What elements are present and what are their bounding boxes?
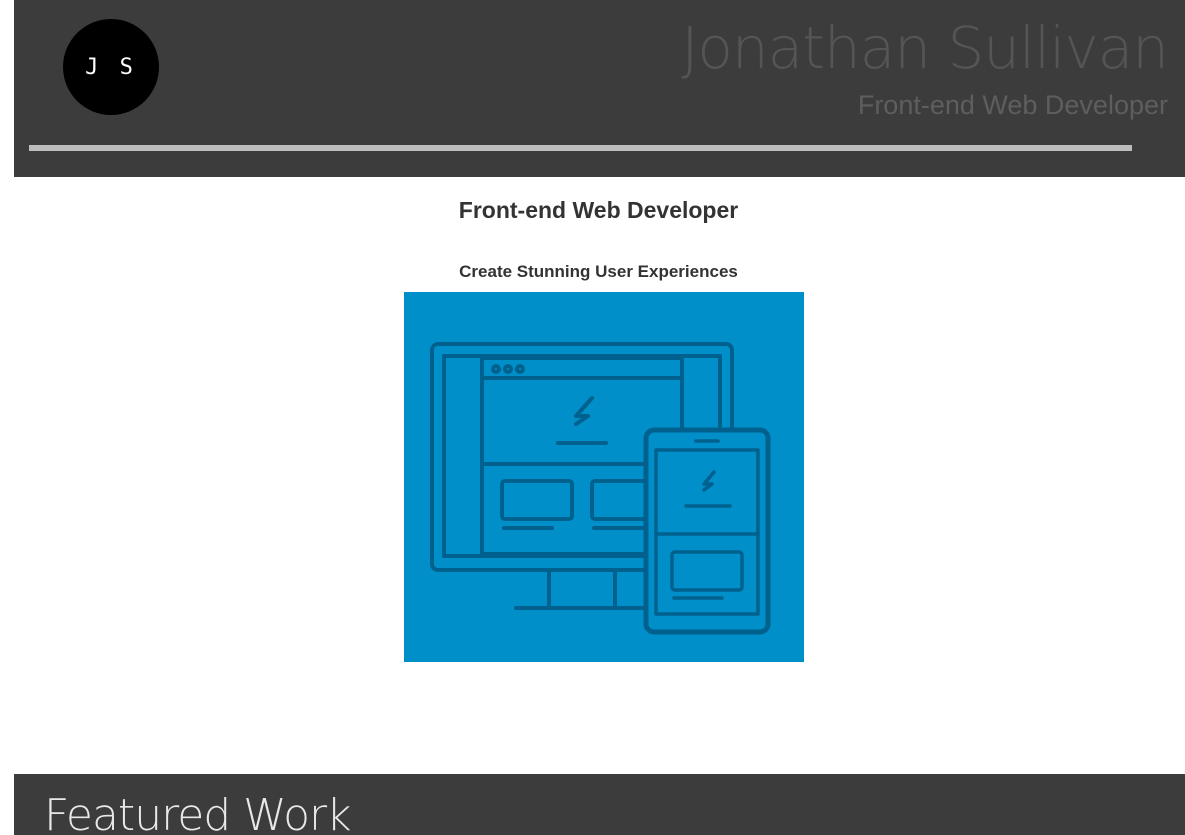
responsive-devices-icon [430, 342, 771, 635]
featured-work-heading: Featured Work [44, 790, 352, 835]
hero-image [404, 292, 804, 662]
featured-work-section: Featured Work [14, 774, 1185, 835]
site-owner-name: Jonathan Sullivan [681, 14, 1169, 82]
logo-avatar[interactable]: J S [63, 19, 159, 115]
page-title: Front-end Web Developer [458, 197, 739, 223]
page-tagline: Create Stunning User Experiences [459, 262, 738, 281]
site-header: J S Jonathan Sullivan Front-end Web Deve… [14, 0, 1185, 177]
site-owner-role: Front-end Web Developer [857, 90, 1168, 120]
header-divider [29, 145, 1132, 151]
logo-initials: J S [85, 54, 137, 80]
